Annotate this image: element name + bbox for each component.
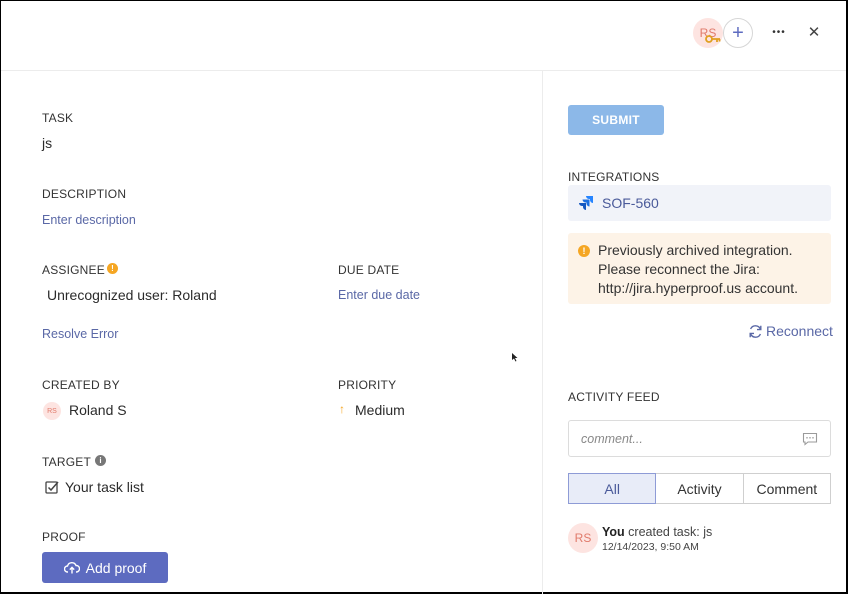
warning-icon: !	[578, 245, 590, 257]
feed-avatar-initials: RS	[574, 531, 592, 545]
feed-action: created task: js	[624, 525, 713, 539]
add-proof-button[interactable]: Add proof	[42, 552, 168, 583]
close-button[interactable]: ✕	[804, 22, 824, 42]
assignee-warning-icon: !	[107, 263, 118, 274]
task-name[interactable]: js	[42, 135, 52, 151]
add-proof-label: Add proof	[85, 559, 147, 576]
cloud-upload-icon	[63, 562, 80, 574]
target-info-icon[interactable]: i	[95, 455, 106, 466]
warning-line: Please reconnect the Jira:	[598, 261, 760, 277]
mouse-cursor-icon	[512, 353, 518, 362]
refresh-icon	[749, 324, 762, 338]
checkbox-task-icon	[45, 481, 59, 494]
comment-input[interactable]	[581, 431, 781, 446]
created-by-label: CREATED BY	[42, 378, 120, 392]
comment-icon[interactable]	[802, 432, 818, 446]
created-by-value: Roland S	[69, 402, 127, 418]
warning-line: Previously archived integration.	[598, 242, 793, 258]
integration-item[interactable]: SOF-560	[568, 185, 831, 221]
description-input[interactable]: Enter description	[42, 213, 136, 227]
column-divider	[542, 71, 543, 594]
add-participant-button[interactable]: +	[723, 18, 753, 48]
more-options-button[interactable]: •••	[767, 22, 791, 42]
assignee-value[interactable]: Unrecognized user: Roland	[47, 287, 217, 303]
feed-timestamp: 12/14/2023, 9:50 AM	[602, 541, 699, 553]
proof-label: PROOF	[42, 530, 86, 544]
plus-icon: +	[732, 22, 744, 44]
due-date-input[interactable]: Enter due date	[338, 288, 420, 302]
target-value[interactable]: Your task list	[65, 479, 144, 495]
feed-avatar: RS	[568, 523, 598, 553]
assignee-label: ASSIGNEE	[42, 263, 105, 277]
priority-arrow-icon: ↑	[339, 402, 345, 416]
priority-label: PRIORITY	[338, 378, 397, 392]
integration-id[interactable]: SOF-560	[602, 195, 659, 211]
warning-line: http://jira.hyperproof.us account.	[598, 280, 798, 296]
comment-box[interactable]	[568, 420, 831, 457]
task-label: TASK	[42, 111, 74, 125]
submit-label: SUBMIT	[592, 113, 640, 127]
resolve-error-link[interactable]: Resolve Error	[42, 327, 118, 341]
tab-all[interactable]: All	[568, 473, 657, 504]
target-label: TARGET	[42, 455, 91, 469]
feed-user: You	[602, 525, 625, 539]
tab-activity[interactable]: Activity	[656, 473, 744, 504]
due-date-label: DUE DATE	[338, 263, 400, 277]
archived-integration-warning: ! Previously archived integration. Pleas…	[568, 233, 831, 304]
priority-value[interactable]: Medium	[355, 402, 405, 418]
activity-feed-label: ACTIVITY FEED	[568, 390, 660, 404]
task-detail-panel: RS + ••• ✕ TASK js DESCRIPTION Enter des…	[0, 0, 848, 594]
panel-header: RS + ••• ✕	[1, 1, 846, 71]
creator-avatar-initials: RS	[47, 407, 57, 415]
tab-comment[interactable]: Comment	[743, 473, 831, 504]
feed-entry-text: You created task: js	[602, 525, 712, 539]
reconnect-button[interactable]: Reconnect	[748, 323, 833, 339]
reconnect-label: Reconnect	[766, 323, 833, 339]
submit-button[interactable]: SUBMIT	[568, 105, 664, 135]
description-label: DESCRIPTION	[42, 187, 127, 201]
jira-icon	[579, 196, 593, 210]
activity-tabs: All Activity Comment	[568, 473, 831, 504]
integrations-label: INTEGRATIONS	[568, 170, 660, 184]
more-icon: •••	[772, 26, 786, 38]
key-icon	[705, 35, 721, 43]
close-icon: ✕	[807, 24, 821, 41]
creator-avatar: RS	[43, 402, 61, 420]
